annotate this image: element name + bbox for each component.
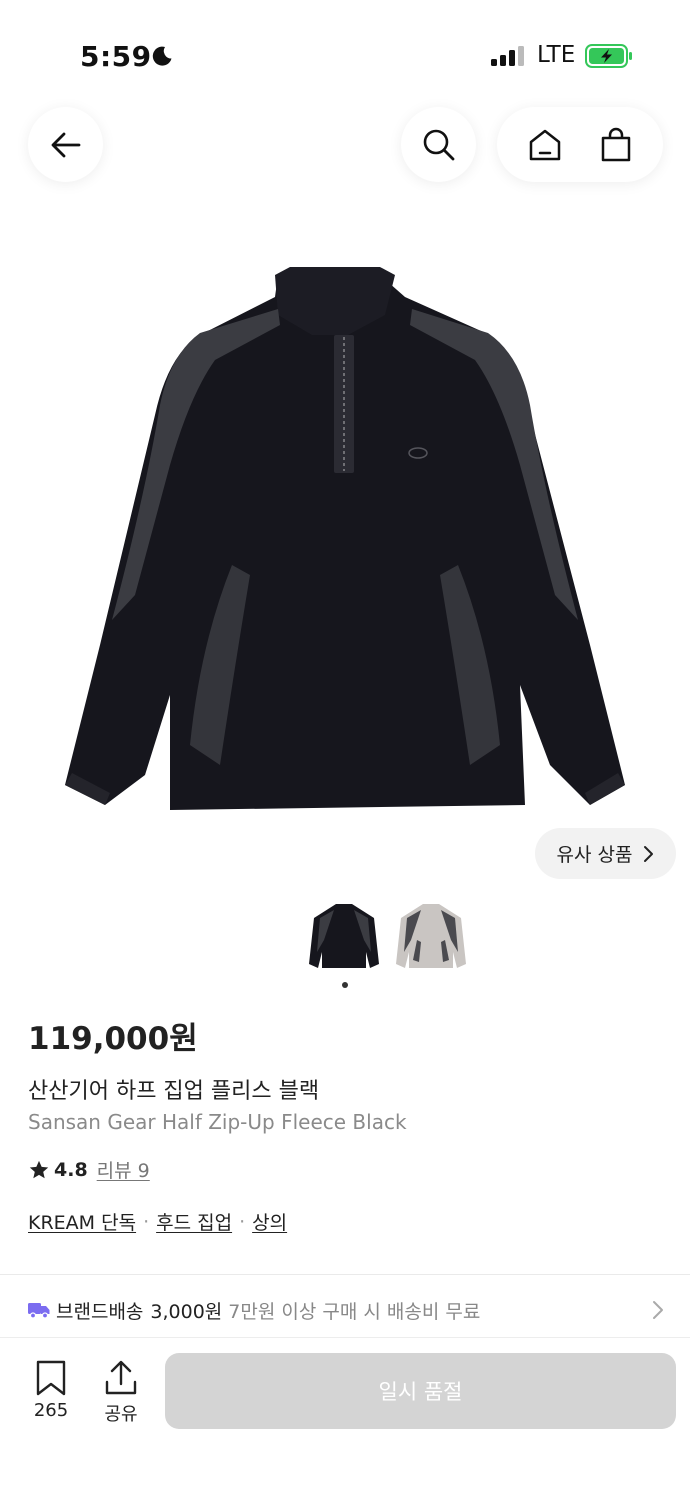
soldout-button[interactable]: 일시 품절: [165, 1353, 676, 1429]
shipping-price: 3,000원: [150, 1300, 223, 1323]
product-name-english: Sansan Gear Half Zip-Up Fleece Black: [28, 1110, 407, 1134]
truck-icon: [28, 1303, 50, 1319]
search-button[interactable]: [401, 107, 476, 182]
tag-hood-zipup[interactable]: 후드 집업: [156, 1208, 232, 1235]
status-time: 5:59: [80, 40, 152, 73]
share-label: 공유: [104, 1404, 138, 1425]
bottom-action-bar: 265 공유 일시 품절: [0, 1337, 690, 1500]
bag-button[interactable]: [586, 115, 646, 175]
divider: [0, 1274, 690, 1275]
signal-icon: [491, 46, 524, 66]
shopping-bag-icon: [601, 127, 630, 161]
tag-separator: ·: [143, 1210, 150, 1233]
thumbnail-black[interactable]: [308, 900, 380, 972]
chevron-right-icon: [644, 845, 654, 862]
share-button[interactable]: 공유: [92, 1360, 150, 1426]
similar-products-button[interactable]: 유사 상품: [535, 828, 676, 879]
similar-products-label: 유사 상품: [556, 844, 633, 866]
product-price: 119,000원: [28, 1021, 198, 1057]
chevron-right-icon: [653, 1301, 663, 1319]
tag-exclusive[interactable]: KREAM 단독: [28, 1208, 136, 1235]
review-link[interactable]: 리뷰 9: [97, 1156, 150, 1183]
home-button[interactable]: [515, 115, 575, 175]
home-icon: [529, 129, 560, 160]
share-icon: [105, 1360, 137, 1395]
shipping-row[interactable]: 브랜드배송 3,000원 7만원 이상 구매 시 배송비 무료: [28, 1292, 668, 1328]
gallery-page-indicator: [342, 982, 348, 988]
thumbnail-strip: [0, 900, 690, 975]
bookmark-icon: [36, 1360, 66, 1396]
arrow-left-icon: [51, 132, 80, 157]
tag-row: KREAM 단독 · 후드 집업 · 상의: [28, 1208, 287, 1235]
bookmark-button[interactable]: 265: [22, 1360, 80, 1421]
status-bar: 5:59 LTE: [0, 0, 690, 100]
moon-icon: [152, 46, 172, 66]
bookmark-count: 265: [33, 1400, 69, 1421]
tag-top[interactable]: 상의: [252, 1208, 287, 1235]
network-label: LTE: [537, 42, 576, 68]
battery-icon: [585, 44, 632, 68]
rating-value: 4.8: [54, 1158, 88, 1181]
tag-separator: ·: [239, 1210, 246, 1233]
search-icon: [423, 129, 454, 160]
thumbnail-gray[interactable]: [395, 900, 467, 972]
product-image[interactable]: [50, 265, 640, 825]
back-button[interactable]: [28, 107, 103, 182]
star-icon: [29, 1160, 49, 1178]
product-name-korean: 산산기어 하프 집업 플리스 블랙: [28, 1079, 320, 1104]
nav-pill: [497, 107, 663, 182]
shipping-note: 7만원 이상 구매 시 배송비 무료: [228, 1300, 481, 1323]
shipping-label: 브랜드배송: [56, 1300, 144, 1323]
rating-row: 4.8 리뷰 9: [28, 1156, 150, 1183]
